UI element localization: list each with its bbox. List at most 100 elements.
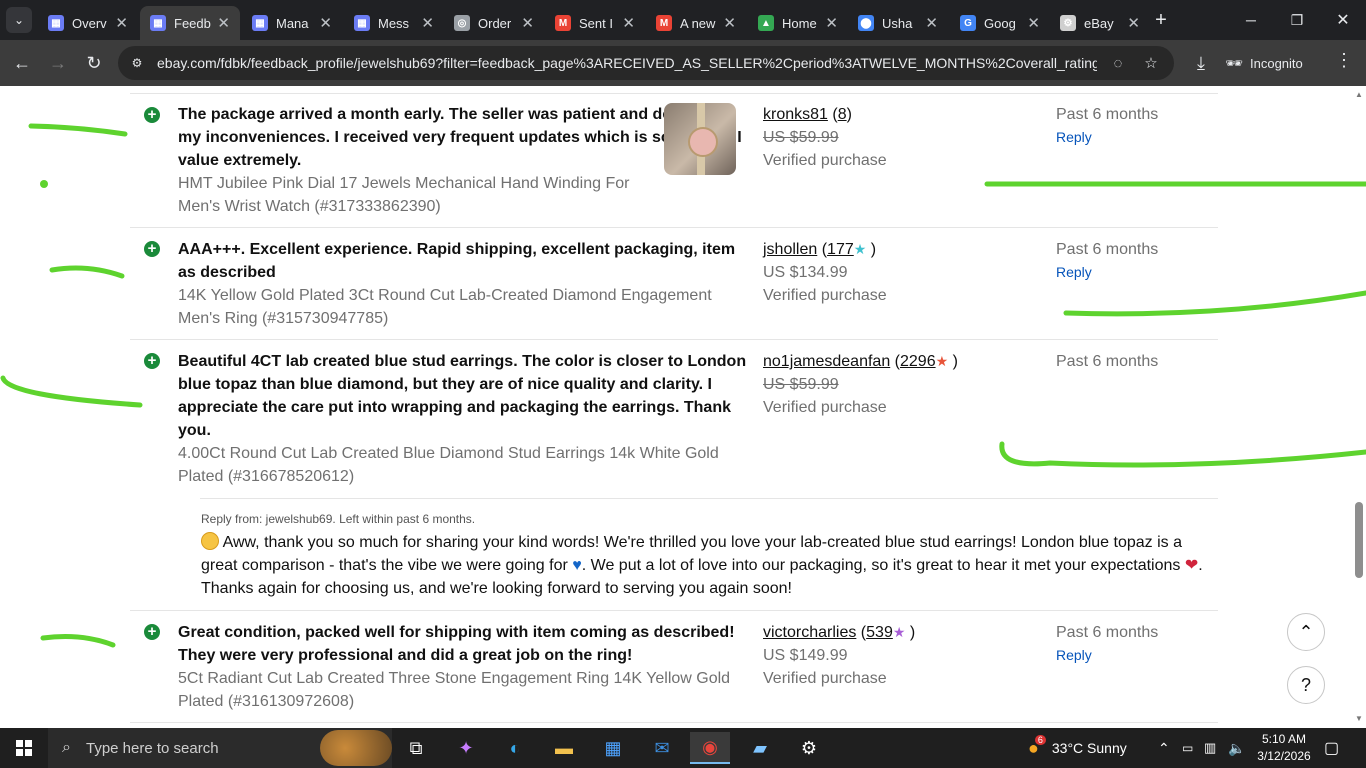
reply-link[interactable]: Reply — [1056, 645, 1092, 665]
chrome-icon[interactable]: ◉ — [690, 732, 730, 764]
buyer-name-link[interactable]: no1jamesdeanfan — [763, 353, 890, 370]
tab-search-button[interactable]: ⌄ — [6, 7, 32, 33]
volume-icon[interactable]: 🔈 — [1228, 728, 1245, 768]
url-text[interactable]: ebay.com/fdbk/feedback_profile/jewelshub… — [157, 55, 1097, 71]
reload-icon[interactable]: ↻ — [81, 50, 107, 76]
tab-favicon-icon: ▦ — [252, 15, 268, 31]
tab-close-icon[interactable]: ✕ — [421, 14, 434, 32]
buyer-score-link[interactable]: 8 — [838, 106, 847, 123]
scroll-up-arrow-icon[interactable]: ▲ — [1352, 90, 1366, 100]
tab-favicon-icon: M — [656, 15, 672, 31]
divider — [130, 93, 1218, 94]
tab-close-icon[interactable]: ✕ — [925, 14, 938, 32]
buyer-score-link[interactable]: 539 — [866, 624, 893, 641]
device-icon[interactable]: ▭ — [1182, 728, 1193, 768]
task-view-icon[interactable]: ⧉ — [396, 732, 436, 764]
outlook-icon[interactable]: ✉ — [642, 732, 682, 764]
search-highlight-image — [320, 730, 392, 766]
network-icon[interactable]: ▥ — [1204, 728, 1216, 768]
feedback-comment: Great condition, packed well for shippin… — [178, 624, 735, 664]
browser-tab[interactable]: G Goog ✕ — [950, 6, 1050, 40]
browser-tab[interactable]: ▦ Mana ✕ — [242, 6, 342, 40]
clock-date: 3/12/2026 — [1257, 749, 1311, 763]
feedback-comment: Beautiful 4CT lab created blue stud earr… — [178, 353, 747, 439]
menu-icon[interactable]: ⋮ — [1334, 50, 1354, 76]
divider — [130, 610, 1218, 611]
tab-close-icon[interactable]: ✕ — [319, 14, 332, 32]
tab-close-icon[interactable]: ✕ — [1127, 14, 1140, 32]
tab-close-icon[interactable]: ✕ — [1027, 14, 1040, 32]
positive-rating-icon: + — [144, 107, 160, 123]
tab-close-icon[interactable]: ✕ — [622, 14, 635, 32]
tab-close-icon[interactable]: ✕ — [115, 14, 128, 32]
verified-purchase: Verified purchase — [763, 287, 887, 304]
app-icon[interactable]: ▰ — [740, 732, 780, 764]
tab-close-icon[interactable]: ✕ — [217, 14, 230, 32]
copilot-icon[interactable]: ✦ — [446, 732, 486, 764]
eye-off-icon[interactable]: ◌ — [1109, 54, 1127, 72]
tab-title: Mess — [378, 15, 410, 31]
incognito-icon: 🕶 — [1225, 54, 1243, 71]
scroll-down-arrow-icon[interactable]: ▼ — [1352, 714, 1366, 724]
reply-link[interactable]: Reply — [1056, 262, 1092, 282]
buyer-name-link[interactable]: kronks81 — [763, 106, 828, 123]
help-button[interactable]: ? — [1287, 666, 1325, 704]
weather-widget[interactable]: ● 6 33°C Sunny — [1028, 728, 1127, 768]
seller-reply-text: Aww, thank you so much for sharing your … — [201, 531, 1211, 600]
bookmark-star-icon[interactable]: ☆ — [1142, 54, 1160, 72]
restore-button[interactable]: ❐ — [1274, 0, 1320, 40]
download-icon[interactable]: ⤓ — [1188, 50, 1214, 76]
item-price: US $59.99 — [763, 129, 839, 146]
buyer-star-icon: ★ — [935, 353, 949, 369]
minimize-button[interactable]: ─ — [1228, 0, 1274, 40]
file-explorer-icon[interactable]: ▬ — [544, 732, 584, 764]
system-clock[interactable]: 5:10 AM 3/12/2026 — [1254, 731, 1314, 765]
edge-icon[interactable]: ◐ — [495, 732, 535, 764]
tab-close-icon[interactable]: ✕ — [825, 14, 838, 32]
buyer-score-link[interactable]: 2296 — [900, 353, 936, 370]
tab-title: Goog — [984, 15, 1016, 31]
windows-start-icon[interactable] — [0, 728, 48, 768]
browser-tab[interactable]: ▦ Overv ✕ — [38, 6, 138, 40]
browser-tab[interactable]: M A new ✕ — [646, 6, 746, 40]
feedback-comment: AAA+++. Excellent experience. Rapid ship… — [178, 241, 736, 281]
hearts-icon: ❤ — [1184, 557, 1199, 574]
reply-link[interactable]: Reply — [1056, 127, 1092, 147]
browser-tab[interactable]: ▦ Feedb ✕ — [140, 6, 240, 40]
browser-tab[interactable]: ▲ Home ✕ — [748, 6, 848, 40]
scrollbar[interactable] — [1352, 86, 1366, 728]
scroll-to-top-button[interactable]: ⌃ — [1287, 613, 1325, 651]
buyer-name-link[interactable]: victorcharlies — [763, 624, 856, 641]
item-price: US $149.99 — [763, 647, 848, 664]
tab-favicon-icon: ▲ — [758, 15, 774, 31]
browser-tab[interactable]: M Sent I ✕ — [545, 6, 645, 40]
browser-tab[interactable]: ▦ Mess ✕ — [344, 6, 444, 40]
incognito-label: Incognito — [1250, 55, 1303, 71]
item-title: 4.00Ct Round Cut Lab Created Blue Diamon… — [178, 445, 719, 485]
incognito-indicator[interactable]: 🕶 Incognito — [1224, 48, 1324, 78]
settings-icon[interactable]: ⚙ — [789, 732, 829, 764]
back-icon[interactable]: ← — [9, 50, 35, 76]
close-window-button[interactable]: ✕ — [1320, 0, 1366, 40]
buyer-name-link[interactable]: jshollen — [763, 241, 817, 258]
browser-tab[interactable]: ◎ Order ✕ — [444, 6, 544, 40]
divider — [130, 227, 1218, 228]
store-icon[interactable]: ▦ — [593, 732, 633, 764]
browser-tab[interactable]: ⚙ eBay ✕ — [1050, 6, 1150, 40]
address-bar[interactable]: ⚙ ebay.com/fdbk/feedback_profile/jewelsh… — [118, 46, 1174, 80]
show-hidden-icons-icon[interactable]: ⌃ — [1158, 728, 1170, 768]
tab-close-icon[interactable]: ✕ — [521, 14, 534, 32]
site-info-icon[interactable]: ⚙ — [128, 54, 146, 72]
item-thumbnail[interactable] — [664, 103, 736, 175]
positive-rating-icon: + — [144, 353, 160, 369]
new-tab-button[interactable]: + — [1150, 6, 1172, 34]
forward-icon[interactable]: → — [45, 50, 71, 76]
notification-icon[interactable]: ▢ — [1324, 728, 1339, 768]
tab-close-icon[interactable]: ✕ — [723, 14, 736, 32]
verified-purchase: Verified purchase — [763, 152, 887, 169]
scrollbar-thumb[interactable] — [1355, 502, 1363, 578]
browser-tab[interactable]: ⬤ Usha ✕ — [848, 6, 948, 40]
buyer-score-link[interactable]: 177 — [827, 241, 854, 258]
tab-favicon-icon: ◎ — [454, 15, 470, 31]
browser-toolbar: ← → ↻ ⚙ ebay.com/fdbk/feedback_profile/j… — [0, 40, 1366, 86]
